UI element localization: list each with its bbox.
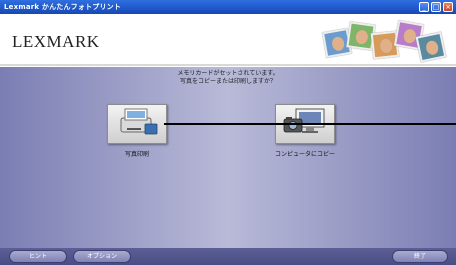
photo-collage-decoration (321, 19, 447, 63)
minimize-button[interactable]: _ (419, 2, 429, 12)
exit-button[interactable]: 終了 (392, 250, 448, 263)
prompt-line-1: メモリカードがセットされています。 (177, 70, 279, 77)
print-photos-option[interactable]: 写真印刷 (107, 104, 167, 158)
window-controls: _ □ × (419, 2, 453, 12)
prompt-message: メモリカードがセットされています。 写真をコピーまたは印刷しますか？ (0, 70, 456, 86)
close-button[interactable]: × (443, 2, 453, 12)
bottom-toolbar: ヒント オプション 終了 (0, 248, 456, 265)
main-panel: メモリカードがセットされています。 写真をコピーまたは印刷しますか？ 写真印刷 (0, 67, 456, 248)
photo-frame (415, 31, 447, 63)
lexmark-logo: LEXMARK (12, 32, 100, 51)
window-title: Lexmark かんたんフォトプリント (4, 3, 122, 11)
print-photos-thumbnail[interactable] (107, 104, 167, 144)
maximize-button[interactable]: □ (431, 2, 441, 12)
copy-to-computer-option[interactable]: コンピュータにコピー (275, 104, 335, 158)
title-bar: Lexmark かんたんフォトプリント _ □ × (0, 0, 456, 14)
prompt-line-2: 写真をコピーまたは印刷しますか？ (179, 78, 276, 85)
app-header: LEXMARK (0, 14, 456, 66)
print-photos-label: 写真印刷 (124, 151, 149, 158)
hint-button[interactable]: ヒント (9, 250, 67, 263)
printer-icon (115, 106, 159, 142)
options-button[interactable]: オプション (73, 250, 131, 263)
annotation-pointer-line (164, 123, 456, 125)
copy-to-computer-label: コンピュータにコピー (275, 151, 336, 158)
